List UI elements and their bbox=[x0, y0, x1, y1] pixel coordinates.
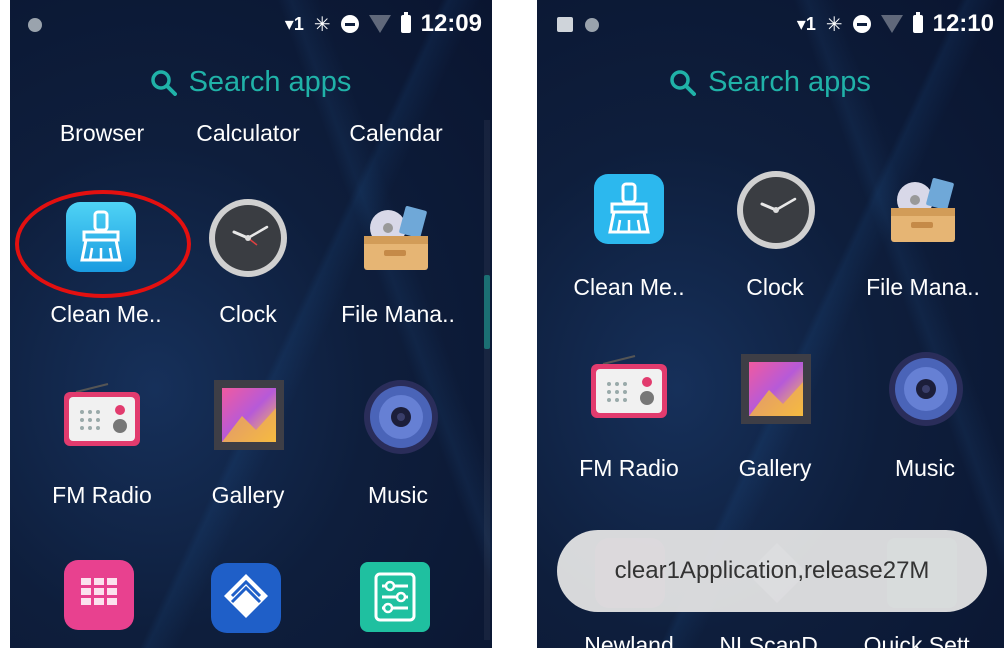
app-label-calendar[interactable]: Calendar bbox=[316, 120, 476, 147]
app-label-clean-me[interactable]: Clean Me.. bbox=[26, 301, 186, 328]
speaker-icon[interactable] bbox=[887, 350, 965, 433]
app-label-clock[interactable]: Clock bbox=[168, 301, 328, 328]
battery-icon bbox=[400, 12, 411, 33]
app-label-calculator[interactable]: Calculator bbox=[168, 120, 328, 147]
signal-icon: ▾1 bbox=[284, 13, 304, 34]
wifi-icon bbox=[368, 15, 391, 33]
do-not-disturb-icon bbox=[340, 15, 359, 33]
gallery-icon[interactable] bbox=[212, 378, 286, 457]
gallery-icon[interactable] bbox=[739, 352, 813, 431]
settings-sliders-icon[interactable] bbox=[358, 560, 432, 639]
app-label-music[interactable]: Music bbox=[318, 482, 478, 509]
app-label-music[interactable]: Music bbox=[845, 455, 1004, 482]
status-bar: ▾1 ✳ 12:09 bbox=[10, 0, 492, 50]
app-label-fm-radio[interactable]: FM Radio bbox=[549, 455, 709, 482]
search-apps-bar[interactable]: Search apps bbox=[537, 66, 1004, 99]
app-label-gallery[interactable]: Gallery bbox=[168, 482, 328, 509]
app-label-clock[interactable]: Clock bbox=[695, 274, 855, 301]
broom-icon[interactable] bbox=[592, 172, 666, 251]
status-bar: ▾1 ✳ 12:10 bbox=[537, 0, 1004, 50]
app-label-file-manager[interactable]: File Mana.. bbox=[318, 301, 478, 328]
toast-message: clear1Application,release27M bbox=[557, 530, 987, 612]
clock-time: 12:10 bbox=[932, 10, 994, 37]
search-icon bbox=[670, 69, 697, 96]
toast-text: clear1Application,release27M bbox=[614, 557, 930, 584]
search-apps-bar[interactable]: Search apps bbox=[10, 66, 492, 99]
app-label-quick-settings[interactable]: Quick Sett.. bbox=[843, 632, 1003, 648]
wifi-icon bbox=[880, 15, 903, 33]
search-placeholder: Search apps bbox=[708, 66, 871, 98]
scrollbar-thumb[interactable] bbox=[484, 275, 490, 349]
search-placeholder: Search apps bbox=[188, 66, 352, 98]
app-label-fm-radio[interactable]: FM Radio bbox=[22, 482, 182, 509]
grid-app-icon[interactable] bbox=[64, 560, 134, 635]
clock-icon[interactable] bbox=[207, 197, 289, 284]
radio-icon[interactable] bbox=[60, 380, 144, 455]
launcher-screen-after: ▾1 ✳ 12:10 Search apps Clean Me.. Clock … bbox=[537, 0, 1004, 648]
folder-icon[interactable] bbox=[885, 172, 961, 253]
notification-dot-icon bbox=[28, 18, 42, 32]
scan-diamond-icon[interactable] bbox=[208, 560, 284, 641]
image-notification-icon bbox=[557, 17, 573, 32]
app-label-file-manager[interactable]: File Mana.. bbox=[843, 274, 1003, 301]
speaker-icon[interactable] bbox=[362, 378, 440, 461]
bluetooth-icon: ✳ bbox=[313, 13, 331, 36]
app-label-clean-me[interactable]: Clean Me.. bbox=[549, 274, 709, 301]
bluetooth-icon: ✳ bbox=[825, 13, 843, 36]
highlight-ring bbox=[15, 190, 191, 298]
launcher-screen-before: ▾1 ✳ 12:09 Search apps Browser Calculato… bbox=[10, 0, 492, 648]
app-label-gallery[interactable]: Gallery bbox=[695, 455, 855, 482]
app-label-newland[interactable]: Newland bbox=[549, 632, 709, 648]
battery-icon bbox=[912, 12, 923, 33]
scrollbar-track[interactable] bbox=[484, 120, 490, 640]
app-label-nlscand[interactable]: NLScanD.. bbox=[695, 632, 855, 648]
radio-icon[interactable] bbox=[587, 352, 671, 427]
search-icon bbox=[150, 69, 177, 96]
clock-icon[interactable] bbox=[735, 169, 817, 256]
signal-icon: ▾1 bbox=[796, 13, 816, 34]
do-not-disturb-icon bbox=[852, 15, 871, 33]
folder-icon[interactable] bbox=[358, 200, 434, 281]
notification-dot-icon bbox=[585, 18, 599, 32]
app-label-browser[interactable]: Browser bbox=[22, 120, 182, 147]
clock-time: 12:09 bbox=[420, 10, 482, 37]
